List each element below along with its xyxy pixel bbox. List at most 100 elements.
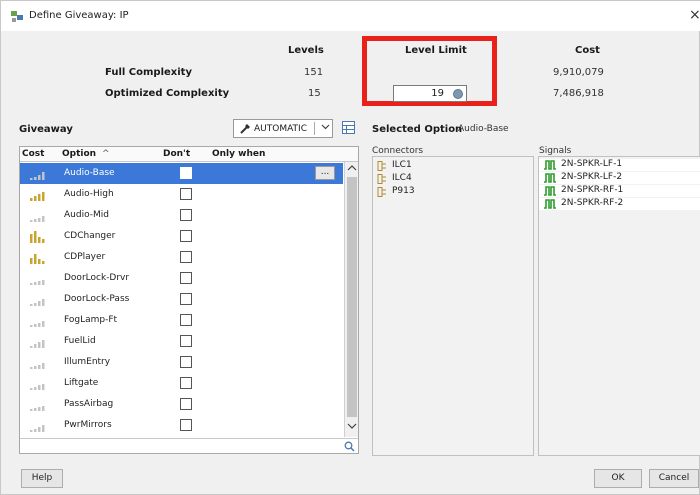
dont-checkbox[interactable]: [180, 398, 192, 410]
cost-bar: [30, 220, 33, 222]
table-row[interactable]: IllumEntry: [20, 352, 343, 373]
dont-checkbox[interactable]: [180, 293, 192, 305]
cost-bar: [34, 429, 37, 432]
scroll-down-icon[interactable]: [347, 422, 357, 430]
connector-name: ILC1: [392, 160, 412, 170]
signal-item[interactable]: 2N-SPKR-RF-2: [539, 198, 700, 210]
cost-bar: [34, 219, 37, 222]
cost-bar: [38, 237, 41, 243]
table-row[interactable]: Audio-Mid: [20, 205, 343, 226]
optimized-complexity-levels: 15: [308, 88, 321, 99]
selected-option-label: Selected Option: [372, 124, 463, 135]
cost-bar: [42, 340, 45, 348]
dont-checkbox[interactable]: [180, 314, 192, 326]
option-name: Audio-Base: [64, 168, 115, 178]
cost-bar: [42, 363, 45, 369]
signal-name: 2N-SPKR-LF-1: [561, 159, 623, 169]
table-row[interactable]: Audio-Base...: [20, 163, 343, 184]
dont-checkbox[interactable]: [180, 230, 192, 242]
cost-bar: [38, 218, 41, 222]
cost-bar: [38, 259, 41, 264]
cost-bar: [38, 365, 41, 369]
table-row[interactable]: PassAirbag: [20, 394, 343, 415]
signals-label: Signals: [539, 146, 572, 156]
cost-bar: [42, 406, 45, 411]
cost-bar: [30, 283, 33, 285]
signal-icon: [544, 160, 556, 170]
option-name: Audio-Mid: [64, 210, 109, 220]
levels-header: Levels: [288, 45, 324, 56]
signal-name: 2N-SPKR-RF-2: [561, 198, 624, 208]
spinner-icon[interactable]: [453, 89, 463, 99]
scroll-up-icon[interactable]: [347, 164, 357, 172]
cost-bar: [30, 234, 33, 243]
dont-checkbox[interactable]: [180, 356, 192, 368]
cost-bar: [38, 194, 41, 201]
dont-checkbox[interactable]: [180, 167, 192, 179]
signal-name: 2N-SPKR-RF-1: [561, 185, 624, 195]
table-row[interactable]: DoorLock-Pass: [20, 289, 343, 310]
cost-bar: [30, 258, 33, 264]
grid-settings-icon[interactable]: [342, 121, 355, 134]
cost-bar: [42, 299, 45, 306]
close-icon[interactable]: ×: [689, 7, 700, 23]
dont-checkbox[interactable]: [180, 377, 192, 389]
ok-button[interactable]: OK: [594, 469, 642, 488]
table-row[interactable]: DoorLock-Drvr: [20, 268, 343, 289]
cancel-button[interactable]: Cancel: [649, 469, 699, 488]
signal-item[interactable]: 2N-SPKR-LF-2: [539, 172, 700, 184]
signal-item[interactable]: 2N-SPKR-RF-1: [539, 185, 700, 197]
connectors-list: ILC1 ILC4 P913: [372, 156, 534, 456]
cost-bar: [30, 367, 33, 369]
table-scrollbar[interactable]: [344, 162, 358, 437]
mode-select[interactable]: AUTOMATIC: [233, 119, 333, 138]
connector-name: P913: [392, 186, 415, 196]
level-limit-value: 19: [431, 88, 444, 99]
dont-checkbox[interactable]: [180, 335, 192, 347]
table-row[interactable]: Liftgate: [20, 373, 343, 394]
only-when-edit-button[interactable]: ...: [315, 166, 335, 180]
help-button[interactable]: Help: [21, 469, 63, 488]
cost-bar: [30, 325, 33, 327]
cost-bar: [34, 344, 37, 348]
dont-checkbox[interactable]: [180, 272, 192, 284]
cost-bars-icon: [30, 321, 45, 327]
dont-checkbox[interactable]: [180, 188, 192, 200]
mode-value: AUTOMATIC: [254, 124, 307, 134]
cost-bar: [34, 387, 37, 390]
scrollbar-thumb[interactable]: [347, 177, 357, 417]
col-only-when[interactable]: Only when: [212, 149, 265, 159]
cost-bar: [30, 388, 33, 390]
sort-asc-icon[interactable]: ^: [102, 149, 110, 159]
optimized-complexity-cost: 7,486,918: [553, 88, 604, 99]
cost-bar: [38, 427, 41, 432]
dont-checkbox[interactable]: [180, 209, 192, 221]
level-limit-input[interactable]: 19: [393, 85, 467, 102]
dont-checkbox[interactable]: [180, 419, 192, 431]
optimized-complexity-label: Optimized Complexity: [105, 88, 230, 99]
cost-bar: [42, 239, 45, 243]
search-icon[interactable]: [344, 441, 355, 452]
table-row[interactable]: CDPlayer: [20, 247, 343, 268]
table-row[interactable]: FogLamp-Ft: [20, 310, 343, 331]
option-name: DoorLock-Drvr: [64, 273, 130, 283]
cost-bar: [34, 196, 37, 201]
cost-bars-icon: [30, 231, 45, 243]
table-search-field[interactable]: [20, 438, 358, 453]
cost-bar: [34, 366, 37, 369]
table-row[interactable]: CDChanger: [20, 226, 343, 247]
option-name: CDChanger: [64, 231, 116, 241]
col-option[interactable]: Option: [62, 149, 96, 159]
col-cost[interactable]: Cost: [22, 149, 44, 159]
define-giveaway-dialog: Define Giveaway: IP × Levels Level Limit…: [0, 0, 700, 495]
table-row[interactable]: PwrMirrors: [20, 415, 343, 436]
signal-item[interactable]: 2N-SPKR-LF-1: [539, 159, 700, 171]
cost-bar: [34, 324, 37, 327]
table-row[interactable]: Audio-High: [20, 184, 343, 205]
option-name: PassAirbag: [64, 399, 114, 409]
dont-checkbox[interactable]: [180, 251, 192, 263]
connectors-label: Connectors: [372, 146, 424, 156]
chevron-down-icon[interactable]: [321, 122, 330, 131]
col-dont[interactable]: Don't: [163, 149, 190, 159]
table-row[interactable]: FuelLid: [20, 331, 343, 352]
